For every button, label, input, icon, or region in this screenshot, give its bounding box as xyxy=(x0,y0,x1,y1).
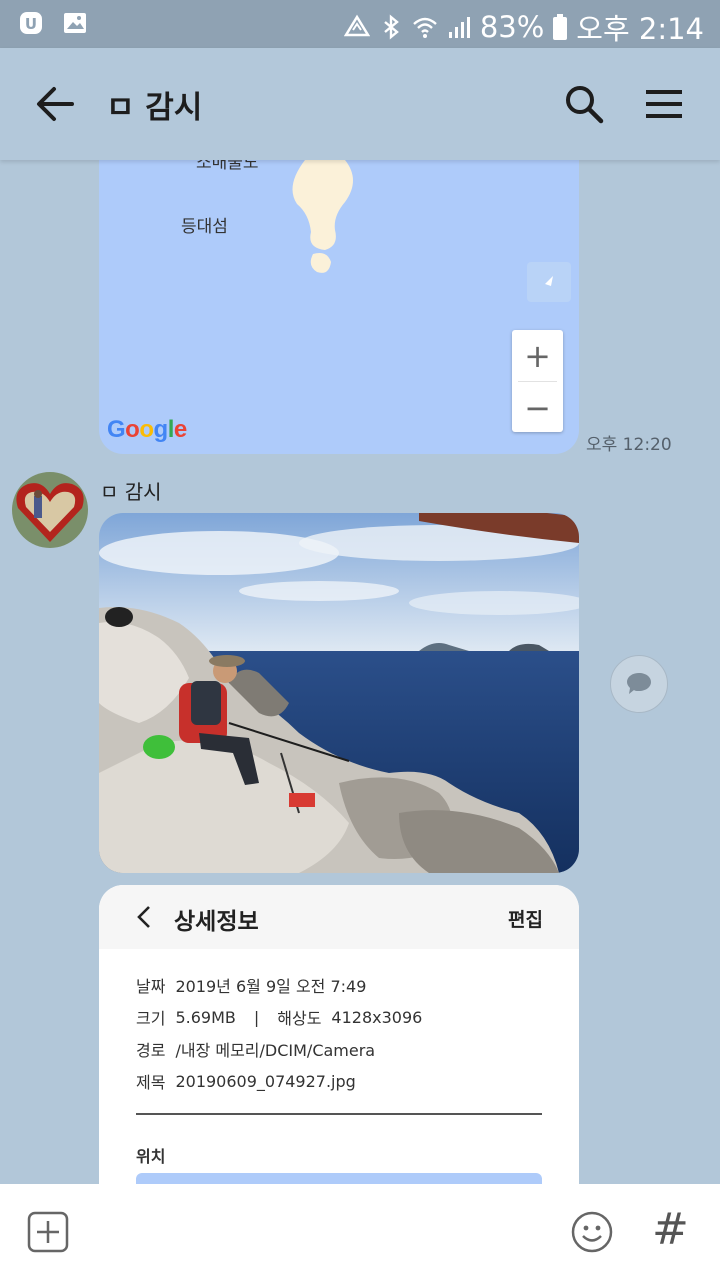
status-time: 오후 2:14 xyxy=(576,12,704,46)
detail-info-title: 상세정보 xyxy=(174,909,259,935)
emoji-icon[interactable] xyxy=(570,1210,614,1254)
back-arrow-icon[interactable] xyxy=(34,84,76,124)
map-message[interactable]: 소매물도 등대섬 + − Google xyxy=(99,110,579,454)
info-row-size: 크기 5.69MB | 해상도 4128x3096 xyxy=(136,1001,542,1033)
chat-bubble-icon xyxy=(627,673,651,694)
detail-info-header: 상세정보 편집 xyxy=(99,885,579,949)
google-logo: Google xyxy=(107,416,187,443)
compass-icon[interactable] xyxy=(527,262,571,302)
menu-icon[interactable] xyxy=(642,84,686,124)
size-value: 5.69MB xyxy=(175,1007,236,1027)
sender-name: ㅁ 감시 xyxy=(100,480,162,504)
message-time: 오후 12:20 xyxy=(586,435,672,455)
bluetooth-icon xyxy=(384,14,399,40)
path-value: /내장 메모리/DCIM/Camera xyxy=(175,1041,376,1060)
info-row-name: 제목 20190609_074927.jpg xyxy=(136,1065,542,1097)
name-value: 20190609_074927.jpg xyxy=(175,1071,356,1091)
date-value: 2019년 6월 9일 오전 7:49 xyxy=(175,977,367,996)
battery-percent: 83% xyxy=(479,10,545,44)
wifi-icon xyxy=(413,17,437,38)
chevron-left-icon xyxy=(137,906,150,928)
separator: | xyxy=(253,1007,260,1027)
detail-info-message[interactable]: 상세정보 편집 날짜 2019년 6월 9일 오전 7:49 크기 5.69MB… xyxy=(99,885,579,1205)
name-label: 제목 xyxy=(136,1073,166,1092)
hashtag-search-button[interactable]: # xyxy=(652,1204,692,1256)
zoom-in-button[interactable]: + xyxy=(512,330,563,381)
zoom-out-button[interactable]: − xyxy=(512,382,563,433)
input-bar: # xyxy=(0,1184,720,1280)
resolution-value: 4128x3096 xyxy=(331,1007,423,1027)
gallery-icon xyxy=(64,13,86,33)
add-attachment-icon[interactable] xyxy=(26,1210,70,1254)
chat-header: ㅁ 감시 xyxy=(0,48,720,160)
reply-button[interactable] xyxy=(610,655,668,713)
resolution-label: 해상도 xyxy=(277,1009,322,1028)
info-row-date: 날짜 2019년 6월 9일 오전 7:49 xyxy=(136,969,542,1001)
data-saver-icon xyxy=(343,14,370,37)
size-label: 크기 xyxy=(136,1009,166,1028)
path-label: 경로 xyxy=(136,1041,166,1060)
date-label: 날짜 xyxy=(136,977,166,996)
fishing-photo xyxy=(99,513,579,873)
chat-title: ㅁ 감시 xyxy=(106,90,203,126)
battery-icon xyxy=(553,14,568,40)
island-shape xyxy=(292,155,353,273)
signal-icon xyxy=(448,17,470,38)
svg-text:U: U xyxy=(25,15,37,33)
status-bar: U 83% 오후 2:14 xyxy=(0,0,720,48)
location-label: 위치 xyxy=(136,1147,166,1166)
photo-message[interactable] xyxy=(99,513,579,873)
map-zoom-control: + − xyxy=(512,330,563,432)
info-row-path: 경로 /내장 메모리/DCIM/Camera xyxy=(136,1033,542,1065)
app-notification-icon: U xyxy=(20,12,42,34)
map-label-lighthouse-island: 등대섬 xyxy=(181,217,228,237)
divider xyxy=(136,1113,542,1115)
edit-label: 편집 xyxy=(508,909,543,931)
avatar[interactable] xyxy=(12,472,88,548)
search-icon[interactable] xyxy=(562,82,606,126)
